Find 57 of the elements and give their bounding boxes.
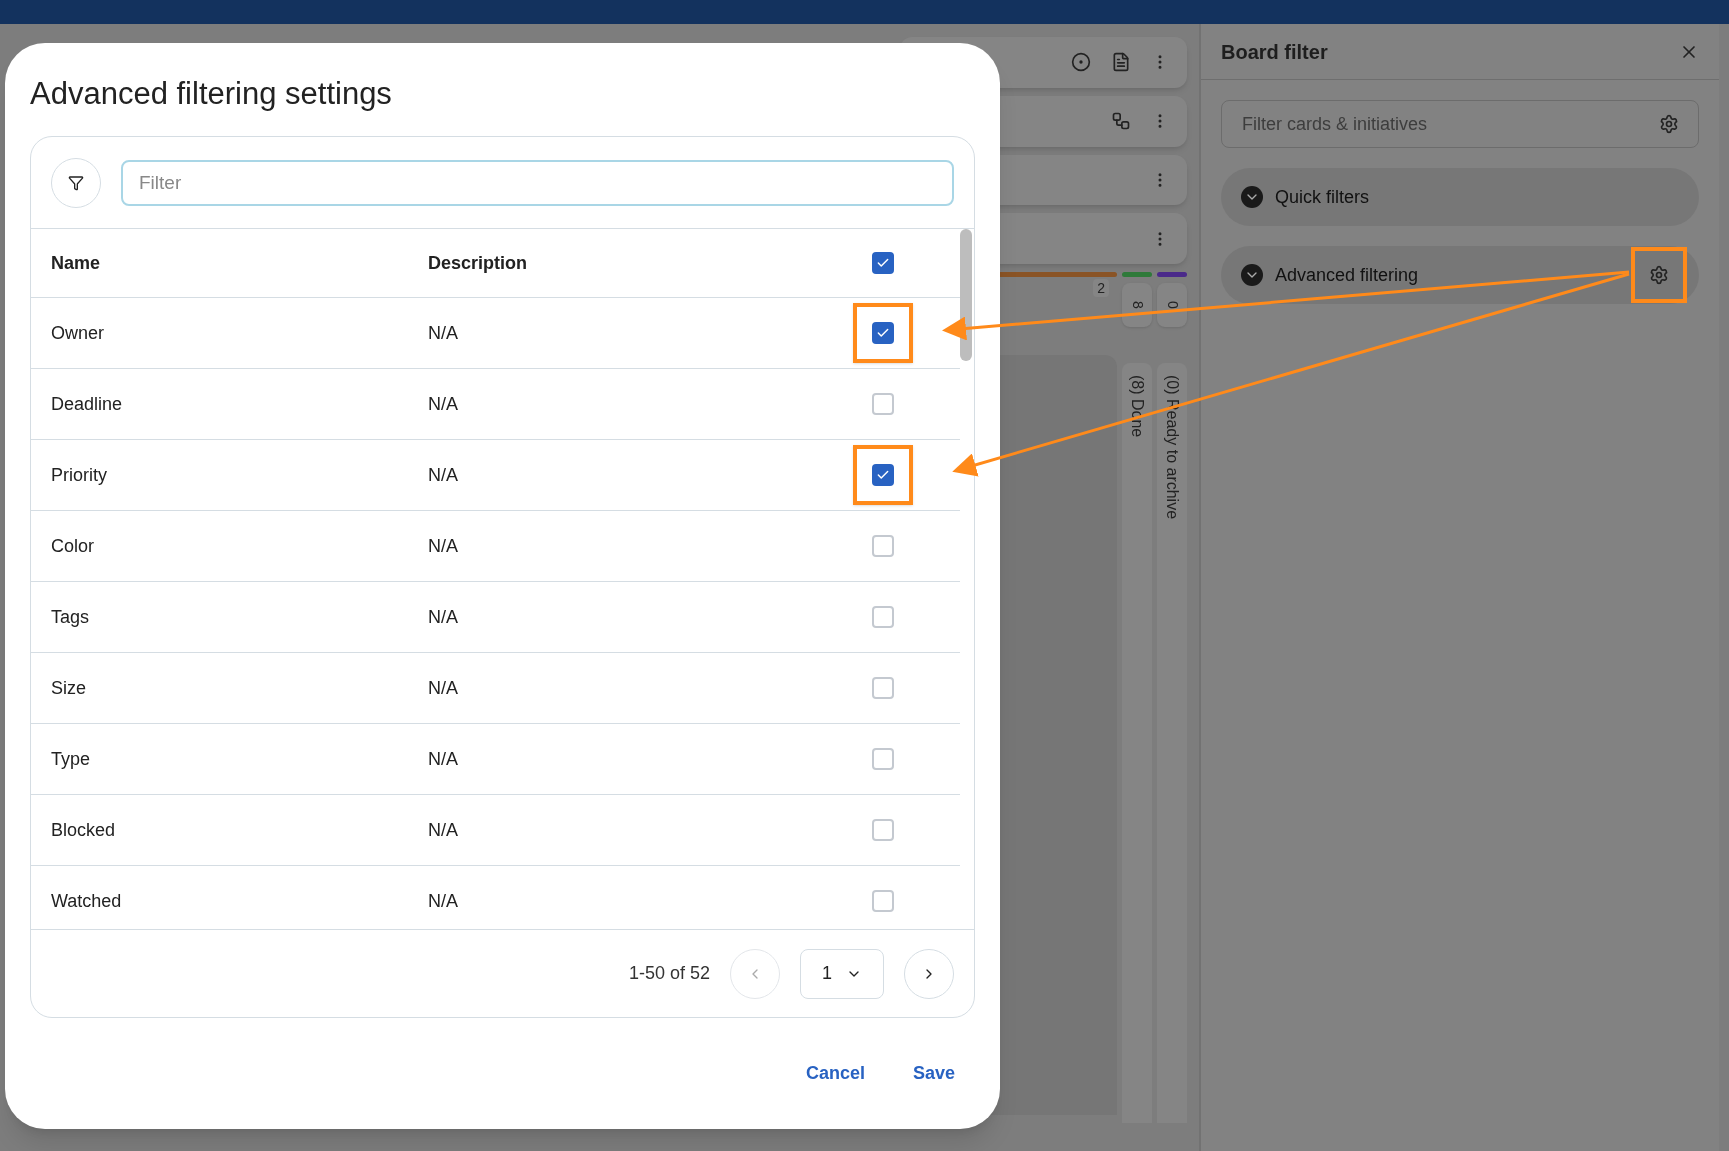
table-cell-text: Size — [51, 676, 87, 700]
panel-title: Board filter — [1221, 39, 1328, 65]
chevron-icon — [1241, 264, 1263, 286]
lane-count: 0 — [1157, 283, 1187, 328]
lane-count: 2 — [1093, 279, 1109, 298]
section-label: Advanced filtering — [1275, 263, 1419, 287]
table-cell-text: N/A — [428, 747, 459, 771]
table-cell-text: Type — [51, 747, 92, 771]
checkbox[interactable] — [872, 252, 894, 274]
scrollbar-thumb[interactable] — [960, 229, 972, 361]
check-icon — [876, 256, 890, 270]
checkbox[interactable] — [872, 819, 894, 841]
table-cell-text: Watched — [51, 889, 123, 913]
checkbox[interactable] — [872, 677, 894, 699]
table-cell-text: Blocked — [51, 818, 117, 842]
table-cell-text: N/A — [428, 889, 459, 913]
column-header: Name — [51, 251, 102, 275]
chevron-icon — [1241, 186, 1263, 208]
table-cell-text: N/A — [428, 818, 459, 842]
target-icon[interactable] — [1071, 52, 1091, 73]
settings-icon[interactable] — [1659, 114, 1679, 134]
page-select[interactable]: 1 — [800, 948, 884, 999]
dialog-action-button[interactable]: Cancel — [805, 1060, 865, 1087]
table-cell-text: N/A — [428, 321, 459, 345]
dialog-action-button[interactable]: Save — [912, 1060, 955, 1087]
checkbox[interactable] — [872, 890, 894, 912]
table-cell-text: N/A — [428, 463, 459, 487]
check-icon — [876, 468, 890, 482]
table-cell-text: N/A — [428, 392, 459, 416]
settings-icon[interactable] — [1649, 265, 1669, 285]
filter-icon — [68, 174, 84, 191]
checkbox[interactable] — [872, 748, 894, 770]
table-cell-text: N/A — [428, 534, 459, 558]
table-cell-text: N/A — [428, 676, 459, 700]
table-cell-text: Priority — [51, 463, 108, 487]
dialog-title: Advanced filtering settings — [30, 75, 393, 113]
table-cell-text: Tags — [51, 605, 91, 629]
checkbox[interactable] — [872, 535, 894, 557]
filter-section[interactable]: Advanced filtering — [1221, 246, 1699, 304]
table-cell-text: N/A — [428, 605, 459, 629]
checkbox[interactable] — [872, 464, 894, 486]
lane-count: 8 — [1122, 283, 1152, 328]
page-range: 1-50 of 52 — [628, 962, 710, 985]
check-icon — [876, 326, 890, 340]
workflow-icon[interactable] — [1111, 111, 1131, 132]
section-label: Quick filters — [1275, 185, 1370, 209]
table-cell-text: Deadline — [51, 392, 124, 416]
table-cell-text: Owner — [51, 321, 105, 345]
checkbox[interactable] — [872, 606, 894, 628]
checkbox[interactable] — [872, 393, 894, 415]
document-icon[interactable] — [1111, 52, 1131, 73]
table-cell-text: Color — [51, 534, 95, 558]
column-header: Description — [428, 251, 529, 275]
filter-search-field[interactable]: Filter cards & initiatives — [1221, 100, 1699, 148]
filter-input[interactable]: Filter — [121, 159, 954, 206]
checkbox[interactable] — [872, 322, 894, 344]
filter-section[interactable]: Quick filters — [1221, 168, 1699, 226]
